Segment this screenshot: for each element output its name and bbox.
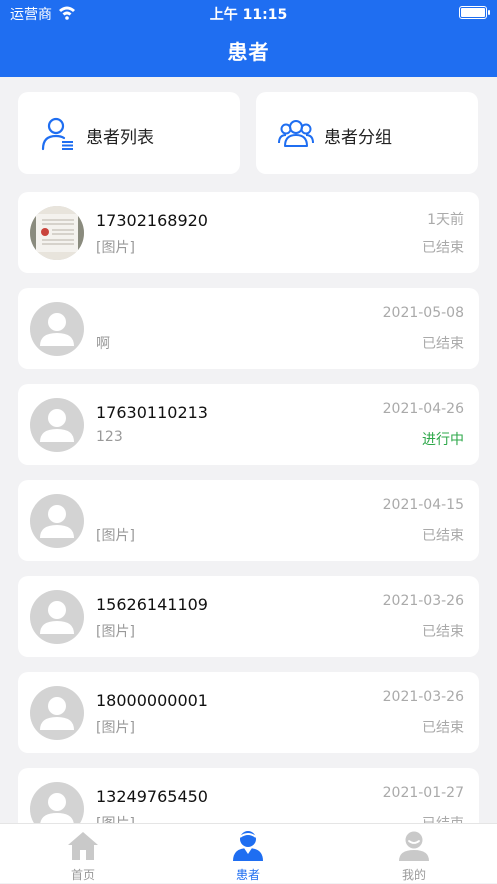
message-date: 2021-03-26 xyxy=(382,689,464,705)
tab-profile-label: 我的 xyxy=(401,868,426,882)
message-date: 1天前 xyxy=(427,212,464,228)
message-date: 2021-04-26 xyxy=(382,401,464,417)
message-date: 2021-04-15 xyxy=(382,497,464,513)
tab-home-label: 首页 xyxy=(70,868,95,882)
tab-patients[interactable]: 患者 xyxy=(188,824,308,884)
tab-home[interactable]: 首页 xyxy=(23,824,143,884)
status-badge: 已结束 xyxy=(422,240,464,256)
patient-group-label: 患者分组 xyxy=(324,128,392,148)
patient-row[interactable]: 17630110213 123 2021-04-26 进行中 xyxy=(18,384,479,465)
last-message: [图片] xyxy=(96,528,135,544)
patient-row[interactable]: [图片] 2021-04-15 已结束 xyxy=(18,480,479,561)
default-avatar-icon xyxy=(40,793,74,823)
default-avatar-icon xyxy=(40,601,74,634)
avatar xyxy=(30,398,84,452)
avatar xyxy=(30,686,84,740)
patient-list-button[interactable]: 患者列表 xyxy=(18,92,240,174)
last-message: [图片] xyxy=(96,720,135,736)
page-title: 患者 xyxy=(227,40,270,64)
tab-bar: 首页 患者 我的 xyxy=(0,823,497,883)
status-badge: 已结束 xyxy=(422,813,464,823)
default-avatar-icon xyxy=(40,697,74,730)
status-badge: 已结束 xyxy=(422,336,464,352)
last-message: 123 xyxy=(96,429,123,445)
patient-phone: 17630110213 xyxy=(96,403,208,422)
last-message: [图片] xyxy=(96,624,135,640)
last-message: [图片] xyxy=(96,813,135,823)
avatar xyxy=(30,494,84,548)
avatar xyxy=(30,206,84,260)
status-badge: 已结束 xyxy=(422,624,464,640)
status-badge: 已结束 xyxy=(422,528,464,544)
patient-group-icon xyxy=(278,120,314,147)
patient-row[interactable]: 18000000001 [图片] 2021-03-26 已结束 xyxy=(18,672,479,753)
patient-row[interactable]: 17302168920 [图片] 1天前 已结束 xyxy=(18,192,479,273)
tab-patients-label: 患者 xyxy=(235,868,260,882)
message-date: 2021-01-27 xyxy=(382,785,464,801)
patient-phone: 18000000001 xyxy=(96,691,208,710)
patient-icon xyxy=(233,831,263,861)
patient-list: 17302168920 [图片] 1天前 已结束 啊 2021-05-08 已结… xyxy=(18,192,479,823)
header-bar: 运营商 上午 11:15 患者 xyxy=(0,0,497,77)
default-avatar-icon xyxy=(40,313,74,346)
patient-list-icon xyxy=(41,117,73,151)
patient-row[interactable]: 13249765450 [图片] 2021-01-27 已结束 xyxy=(18,768,479,823)
battery-icon xyxy=(459,6,490,19)
patient-photo-icon xyxy=(30,206,84,260)
avatar xyxy=(30,302,84,356)
home-icon xyxy=(68,832,98,860)
patient-group-button[interactable]: 患者分组 xyxy=(256,92,478,174)
patient-phone: 13249765450 xyxy=(96,787,208,806)
last-message: 啊 xyxy=(96,336,110,352)
patient-phone: 17302168920 xyxy=(96,211,208,230)
patient-phone: 15626141109 xyxy=(96,595,208,614)
tab-profile[interactable]: 我的 xyxy=(354,824,474,884)
status-badge: 进行中 xyxy=(422,432,464,448)
patient-list-label: 患者列表 xyxy=(86,128,154,148)
patient-row[interactable]: 啊 2021-05-08 已结束 xyxy=(18,288,479,369)
clock-label: 上午 11:15 xyxy=(209,7,288,23)
patient-row[interactable]: 15626141109 [图片] 2021-03-26 已结束 xyxy=(18,576,479,657)
last-message: [图片] xyxy=(96,240,135,256)
status-bar: 运营商 上午 11:15 xyxy=(0,0,497,26)
avatar xyxy=(30,590,84,644)
message-date: 2021-03-26 xyxy=(382,593,464,609)
status-badge: 已结束 xyxy=(422,720,464,736)
default-avatar-icon xyxy=(40,409,74,442)
profile-icon xyxy=(399,831,429,861)
avatar xyxy=(30,782,84,823)
message-date: 2021-05-08 xyxy=(382,305,464,321)
default-avatar-icon xyxy=(40,505,74,538)
